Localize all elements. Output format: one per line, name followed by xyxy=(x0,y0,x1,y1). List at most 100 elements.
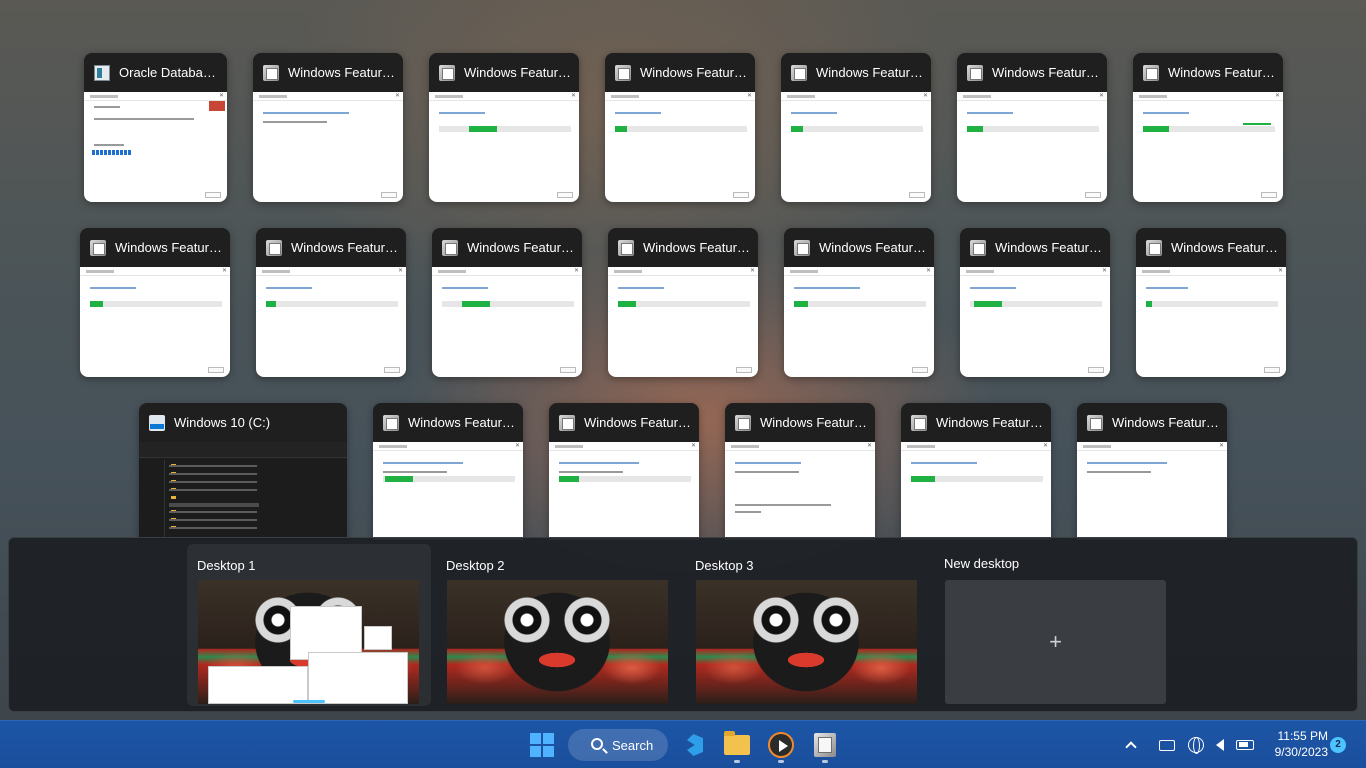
windows-features-icon xyxy=(791,64,807,81)
window-preview xyxy=(960,267,1110,377)
windows-features-icon xyxy=(439,64,455,81)
window-title: Windows Features xyxy=(640,65,747,80)
windows-features-icon xyxy=(1143,64,1159,81)
window-preview xyxy=(432,267,582,377)
windows-features-icon xyxy=(90,239,106,256)
battery-button[interactable] xyxy=(1232,740,1258,750)
vscode-icon xyxy=(681,733,705,757)
window-thumbnail-windows-features[interactable]: Windows Features xyxy=(432,228,582,377)
speaker-icon xyxy=(1216,739,1224,751)
window-title: Windows Features xyxy=(1171,240,1278,255)
window-thumbnail-windows-features[interactable]: Windows Features xyxy=(1077,403,1227,540)
window-thumbnail-windows-features[interactable]: Windows Features xyxy=(605,53,755,202)
desktop-label: Desktop 2 xyxy=(446,558,505,573)
window-title: Windows Features xyxy=(115,240,222,255)
window-preview xyxy=(608,267,758,377)
window-preview xyxy=(957,92,1107,202)
globe-icon xyxy=(1188,737,1204,754)
windows-logo-icon xyxy=(530,733,554,757)
desktop-preview xyxy=(198,580,419,704)
windows-features-icon xyxy=(266,239,282,256)
clock[interactable]: 11:55 PM 9/30/2023 xyxy=(1262,728,1328,760)
network-button[interactable] xyxy=(1184,737,1208,754)
window-title: Windows Features xyxy=(936,415,1043,430)
windows-features-icon xyxy=(814,733,836,757)
window-thumbnail-windows-features[interactable]: Windows Features xyxy=(253,53,403,202)
notification-badge[interactable]: 2 xyxy=(1330,737,1346,753)
desktop-1[interactable]: Desktop 1 xyxy=(187,544,431,706)
search-icon xyxy=(591,738,603,750)
window-preview xyxy=(1136,267,1286,377)
windows-features-icon xyxy=(967,64,983,81)
desktop-preview xyxy=(696,580,917,704)
windows-features-icon xyxy=(1146,239,1162,256)
window-thumbnail-windows-features[interactable]: Windows Features xyxy=(781,53,931,202)
window-thumbnail-windows-features[interactable]: Windows Features xyxy=(373,403,523,540)
windows-features-icon xyxy=(735,414,751,431)
window-title: Windows Features xyxy=(995,240,1102,255)
window-thumbnail-windows-features[interactable]: Windows Features xyxy=(429,53,579,202)
windows-features-icon xyxy=(442,239,458,256)
window-preview xyxy=(373,442,523,540)
window-preview xyxy=(1077,442,1227,540)
desktop-2[interactable]: Desktop 2 xyxy=(436,544,680,706)
add-desktop-area[interactable]: + xyxy=(945,580,1166,704)
window-thumbnail-windows-features[interactable]: Windows Features xyxy=(960,228,1110,377)
window-thumbnail-windows-features[interactable]: Windows Features xyxy=(957,53,1107,202)
taskbar-media-player[interactable] xyxy=(761,725,801,765)
window-thumbnail-windows-features[interactable]: Windows Features xyxy=(608,228,758,377)
window-title: Windows Features xyxy=(992,65,1099,80)
volume-button[interactable] xyxy=(1208,739,1232,751)
windows-features-icon xyxy=(911,414,927,431)
window-thumbnail-file-explorer[interactable]: Windows 10 (C:) xyxy=(139,403,347,540)
window-thumbnail-windows-features[interactable]: Windows Features xyxy=(549,403,699,540)
windows-features-icon xyxy=(263,64,279,81)
window-preview xyxy=(1133,92,1283,202)
window-preview xyxy=(80,267,230,377)
windows-features-icon xyxy=(970,239,986,256)
window-thumbnail-windows-features[interactable]: Windows Features xyxy=(256,228,406,377)
windows-features-icon xyxy=(618,239,634,256)
virtual-desktops-panel: Desktop 1 Desktop 2 Desktop 3 New deskto… xyxy=(8,537,1358,712)
keyboard-icon xyxy=(1159,739,1175,751)
search-button[interactable]: Search xyxy=(568,729,668,761)
window-title: Windows Features xyxy=(288,65,395,80)
window-thumbnail-windows-features[interactable]: Windows Features xyxy=(901,403,1051,540)
desktop-3[interactable]: Desktop 3 xyxy=(685,544,929,706)
touch-keyboard-button[interactable] xyxy=(1150,739,1184,751)
new-desktop-button[interactable]: New desktop + xyxy=(934,544,1178,706)
window-title: Windows 10 (C:) xyxy=(174,415,271,430)
file-explorer-icon xyxy=(724,731,750,755)
window-preview xyxy=(256,267,406,377)
battery-icon xyxy=(1236,740,1254,750)
window-preview xyxy=(605,92,755,202)
taskbar-windows-features[interactable] xyxy=(805,725,845,765)
window-thumbnail-windows-features[interactable]: Windows Features xyxy=(1133,53,1283,202)
running-indicator xyxy=(734,760,740,763)
taskbar-vscode[interactable] xyxy=(673,725,713,765)
windows-features-icon xyxy=(794,239,810,256)
show-hidden-icons-button[interactable] xyxy=(1118,739,1144,753)
current-desktop-indicator xyxy=(293,700,325,703)
windows-features-icon xyxy=(615,64,631,81)
running-indicator xyxy=(778,760,784,763)
window-thumbnail-oracle[interactable]: Oracle Databas... xyxy=(84,53,227,202)
desktop-preview xyxy=(447,580,668,704)
oracle-installer-icon xyxy=(94,64,110,81)
chevron-up-icon xyxy=(1125,741,1137,753)
task-view-window-grid: Oracle Databas... Windows Features Windo… xyxy=(0,0,1366,540)
window-title: Windows Features xyxy=(1168,65,1275,80)
window-thumbnail-windows-features[interactable]: Windows Features xyxy=(725,403,875,540)
window-thumbnail-windows-features[interactable]: Windows Features xyxy=(784,228,934,377)
taskbar-file-explorer[interactable] xyxy=(717,725,757,765)
start-button[interactable] xyxy=(522,725,562,765)
media-player-icon xyxy=(768,732,794,758)
windows-features-icon xyxy=(383,414,399,431)
window-title: Windows Features xyxy=(584,415,691,430)
window-title: Windows Features xyxy=(291,240,398,255)
search-label: Search xyxy=(612,737,654,753)
window-thumbnail-windows-features[interactable]: Windows Features xyxy=(80,228,230,377)
window-title: Windows Features xyxy=(467,240,574,255)
window-thumbnail-windows-features[interactable]: Windows Features xyxy=(1136,228,1286,377)
desktop-label: Desktop 3 xyxy=(695,558,754,573)
